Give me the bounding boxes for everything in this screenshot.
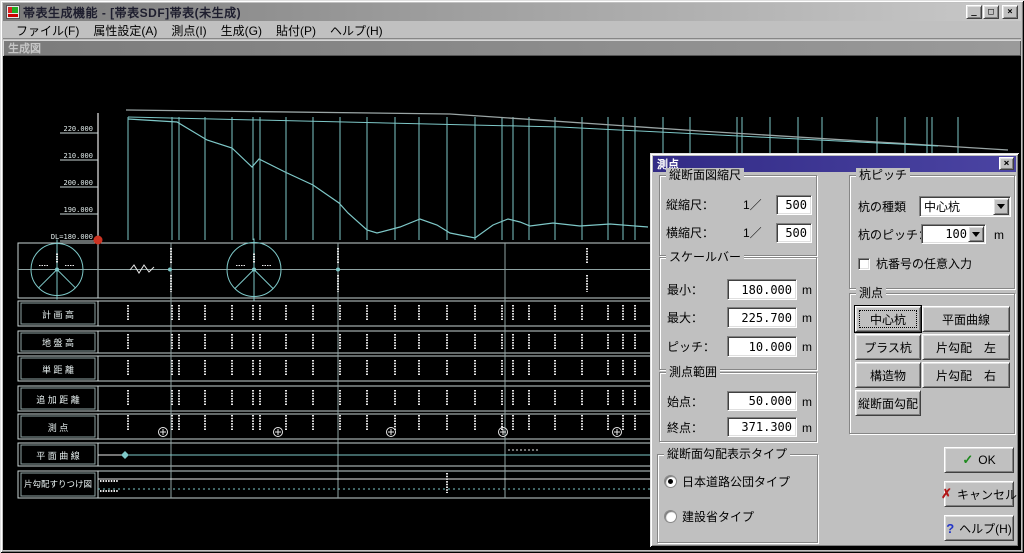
- horizontal-curve-button[interactable]: 平面曲線: [922, 306, 1010, 332]
- menu-station[interactable]: 測点(I): [164, 21, 213, 40]
- row-label-cumulative-distance: 追 加 距 離: [18, 393, 98, 406]
- menu-file[interactable]: ファイル(F): [9, 21, 86, 40]
- radio-jh-type-label[interactable]: 日本道路公団タイプ: [682, 474, 790, 490]
- group-title: 測点: [856, 286, 886, 300]
- window-title: 帯表生成機能 - [帯表SDF]帯表(未生成): [23, 4, 241, 21]
- min-input[interactable]: 180.000: [727, 279, 797, 300]
- row-label-unit-distance: 単 距 離: [18, 363, 98, 376]
- end-label: 終点：: [667, 420, 703, 436]
- superelevation-right-button[interactable]: 片勾配 右: [922, 362, 1010, 388]
- menu-bar: ファイル(F) 属性設定(A) 測点(I) 生成(G) 貼付(P) ヘルプ(H): [3, 21, 1021, 39]
- vertical-scale-input[interactable]: 500: [776, 195, 812, 215]
- arbitrary-pile-number-checkbox[interactable]: [858, 258, 870, 270]
- min-unit: m: [802, 282, 812, 298]
- maximize-button[interactable]: □: [983, 5, 999, 19]
- end-unit: m: [802, 420, 812, 436]
- title-bar: 帯表生成機能 - [帯表SDF]帯表(未生成) _ □ ×: [3, 3, 1021, 21]
- minimize-button[interactable]: _: [966, 5, 982, 19]
- group-title: 杭ピッチ: [856, 168, 910, 182]
- min-label: 最小：: [667, 282, 703, 298]
- elevation-label: 220.000: [35, 125, 93, 133]
- profile-slope-button[interactable]: 縦断面勾配: [855, 390, 921, 416]
- max-unit: m: [802, 310, 812, 326]
- radio-ministry-type[interactable]: [665, 511, 676, 522]
- radio-jh-type[interactable]: [665, 476, 676, 487]
- station-dialog: 測点 × 縦断面図縮尺 縦縮尺： 1／ 500 横縮尺： 1／ 500 スケール…: [650, 153, 1019, 547]
- max-label: 最大：: [667, 310, 703, 326]
- datum-label: DL=180.000: [19, 233, 93, 241]
- max-input[interactable]: 225.700: [727, 307, 797, 328]
- radio-ministry-type-label[interactable]: 建設省タイプ: [682, 509, 754, 525]
- cancel-button[interactable]: ✗ キャンセル: [944, 481, 1014, 507]
- start-input[interactable]: 50.000: [727, 391, 797, 411]
- group-title: 縦断面勾配表示タイプ: [664, 447, 790, 461]
- pitch-unit: m: [802, 339, 812, 355]
- row-label-superelevation: 片勾配すりつけ図: [18, 478, 98, 490]
- pile-kind-select[interactable]: 中心杭: [919, 196, 1011, 217]
- child-window-title: 生成図: [3, 40, 41, 56]
- elevation-label: 190.000: [35, 206, 93, 214]
- scale-prefix: 1／: [743, 197, 762, 213]
- menu-generate[interactable]: 生成(G): [214, 21, 269, 40]
- application-window: 帯表生成機能 - [帯表SDF]帯表(未生成) _ □ × ファイル(F) 属性…: [0, 0, 1024, 553]
- ok-button[interactable]: ✓ OK: [944, 447, 1014, 473]
- row-label-ground-height: 地 盤 高: [18, 336, 98, 349]
- group-slope-display-type: 縦断面勾配表示タイプ: [657, 454, 818, 543]
- start-unit: m: [802, 394, 812, 410]
- app-icon: [6, 5, 20, 19]
- cancel-label: キャンセル: [957, 486, 1017, 503]
- structure-button[interactable]: 構造物: [855, 362, 921, 388]
- row-label-plan-height: 計 画 高: [18, 308, 98, 321]
- superelevation-left-button[interactable]: 片勾配 左: [922, 334, 1010, 360]
- pitch-label: ピッチ：: [667, 339, 715, 355]
- horizontal-scale-input[interactable]: 500: [776, 223, 812, 243]
- pile-pitch-select[interactable]: 100: [921, 224, 986, 244]
- vertical-scale-label: 縦縮尺：: [666, 197, 714, 213]
- help-button[interactable]: ? ヘルプ(H): [944, 515, 1014, 541]
- end-input[interactable]: 371.300: [727, 417, 797, 437]
- pitch-input[interactable]: 10.000: [727, 336, 797, 357]
- x-icon: ✗: [941, 486, 952, 502]
- elevation-label: 210.000: [35, 152, 93, 160]
- question-icon: ?: [946, 521, 954, 536]
- chevron-down-icon[interactable]: [993, 198, 1009, 215]
- scale-prefix: 1／: [743, 225, 762, 241]
- ok-label: OK: [978, 453, 995, 467]
- pile-pitch-unit: m: [994, 227, 1004, 243]
- menu-paste[interactable]: 貼付(P): [269, 21, 323, 40]
- horizontal-scale-label: 横縮尺：: [666, 225, 714, 241]
- arbitrary-pile-number-label[interactable]: 杭番号の任意入力: [876, 256, 972, 272]
- chevron-down-icon[interactable]: [968, 226, 984, 242]
- child-window-title-bar: 生成図: [3, 40, 1021, 56]
- center-pile-button[interactable]: 中心杭: [855, 306, 921, 332]
- menu-help[interactable]: ヘルプ(H): [323, 21, 390, 40]
- menu-attribute-settings[interactable]: 属性設定(A): [86, 21, 164, 40]
- pile-pitch-label: 杭のピッチ：: [858, 227, 930, 243]
- plus-pile-button[interactable]: プラス杭: [855, 334, 921, 360]
- close-button[interactable]: ×: [1002, 5, 1018, 19]
- row-label-horizontal-curve: 平 面 曲 線: [18, 449, 98, 462]
- start-label: 始点：: [667, 394, 703, 410]
- group-title: 縦断面図縮尺: [666, 168, 744, 182]
- check-icon: ✓: [962, 452, 973, 468]
- group-title: 測点範囲: [666, 365, 720, 379]
- help-label: ヘルプ(H): [959, 520, 1012, 537]
- group-profile-scale: 縦断面図縮尺: [659, 175, 817, 256]
- elevation-label: 200.000: [35, 179, 93, 187]
- dialog-close-icon[interactable]: ×: [999, 157, 1014, 170]
- group-title: スケールバー: [666, 250, 744, 264]
- row-label-station: 測 点: [18, 421, 98, 434]
